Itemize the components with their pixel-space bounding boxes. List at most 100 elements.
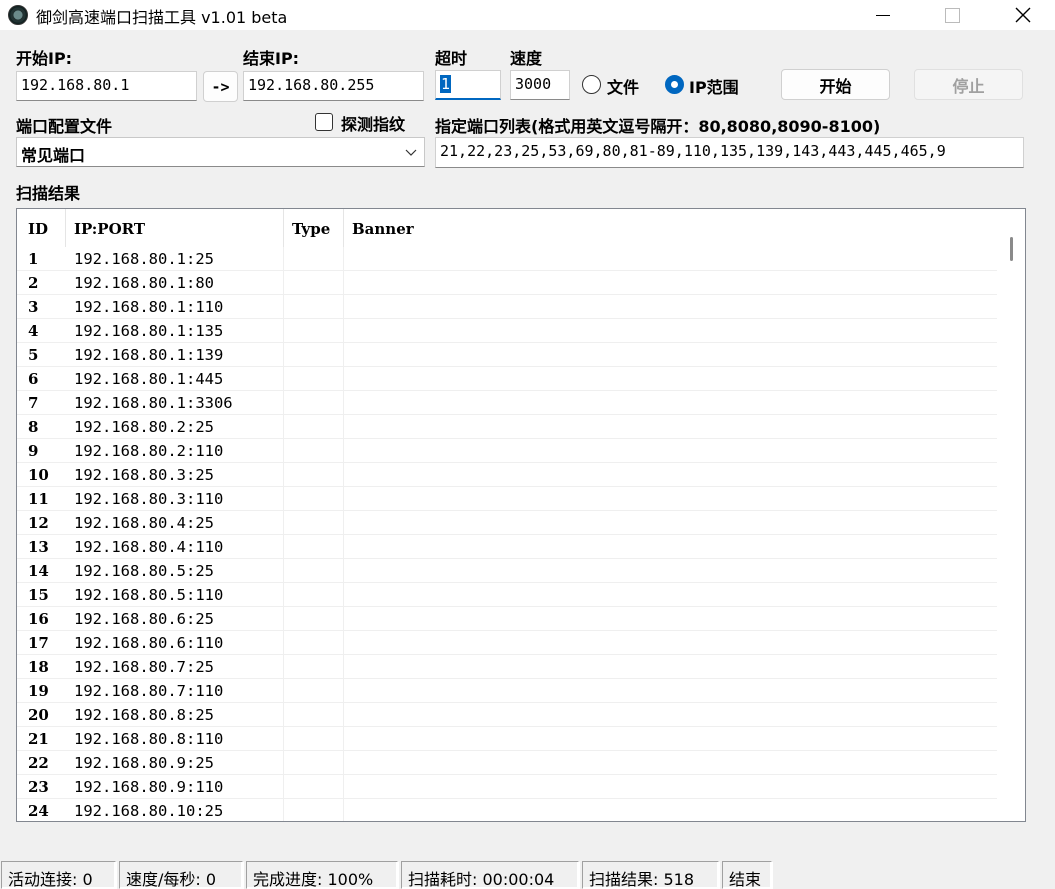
end-ip-label: 结束IP: [243, 49, 300, 68]
cell-ipport: 192.168.80.4:110 [74, 538, 224, 556]
minimize-button[interactable] [860, 0, 906, 30]
cell-ipport: 192.168.80.6:25 [74, 610, 214, 628]
cell-ipport: 192.168.80.4:25 [74, 514, 214, 532]
table-row[interactable]: 24 192.168.80.10:25 [17, 799, 998, 821]
app-icon [8, 5, 28, 25]
status-bar: 活动连接: 0 速度/每秒: 0 完成进度: 100% 扫描耗时: 00:00:… [0, 859, 1055, 889]
port-list-label: 指定端口列表(格式用英文逗号隔开：80,8080,8090-8100) [435, 117, 881, 136]
cell-ipport: 192.168.80.1:3306 [74, 394, 233, 412]
cell-id: 6 [28, 370, 39, 388]
close-button[interactable] [1000, 0, 1046, 30]
table-row[interactable]: 21 192.168.80.8:110 [17, 727, 998, 751]
table-row[interactable]: 17 192.168.80.6:110 [17, 631, 998, 655]
title-bar: 御剑高速端口扫描工具 v1.01 beta [0, 0, 1055, 30]
status-progress: 完成进度: 100% [246, 861, 398, 889]
cell-id: 23 [28, 778, 49, 796]
column-header-id[interactable]: ID [28, 220, 48, 238]
table-row[interactable]: 20 192.168.80.8:25 [17, 703, 998, 727]
radio-ip-range-label: IP范围 [689, 78, 739, 97]
table-row[interactable]: 12 192.168.80.4:25 [17, 511, 998, 535]
table-row[interactable]: 3 192.168.80.1:110 [17, 295, 998, 319]
cell-id: 5 [28, 346, 39, 364]
table-row[interactable]: 6 192.168.80.1:445 [17, 367, 998, 391]
table-row[interactable]: 5 192.168.80.1:139 [17, 343, 998, 367]
cell-ipport: 192.168.80.8:110 [74, 730, 224, 748]
table-row[interactable]: 23 192.168.80.9:110 [17, 775, 998, 799]
cell-id: 21 [28, 730, 49, 748]
cell-ipport: 192.168.80.3:25 [74, 466, 214, 484]
results-label: 扫描结果 [16, 184, 81, 203]
copy-ip-arrow-button[interactable]: -> [203, 71, 238, 102]
cell-ipport: 192.168.80.9:110 [74, 778, 224, 796]
timeout-label: 超时 [435, 49, 468, 68]
radio-ip-range[interactable] [665, 75, 684, 94]
cell-ipport: 192.168.80.2:25 [74, 418, 214, 436]
cell-id: 12 [28, 514, 49, 532]
table-row[interactable]: 22 192.168.80.9:25 [17, 751, 998, 775]
cell-id: 18 [28, 658, 49, 676]
vertical-scrollbar[interactable] [997, 209, 1025, 821]
cell-id: 4 [28, 322, 39, 340]
speed-input[interactable]: 3000 [510, 70, 570, 100]
probe-fingerprint-label: 探测指纹 [341, 115, 406, 134]
cell-id: 16 [28, 610, 49, 628]
close-icon [1015, 7, 1031, 23]
chevron-down-icon [405, 149, 417, 156]
table-row[interactable]: 1 192.168.80.1:25 [17, 247, 998, 271]
table-row[interactable]: 9 192.168.80.2:110 [17, 439, 998, 463]
cell-ipport: 192.168.80.1:80 [74, 274, 214, 292]
cell-ipport: 192.168.80.6:110 [74, 634, 224, 652]
port-config-label: 端口配置文件 [16, 117, 113, 136]
timeout-input[interactable]: 1 [435, 70, 501, 100]
port-list-input[interactable]: 21,22,23,25,53,69,80,81-89,110,135,139,1… [435, 137, 1024, 168]
results-table[interactable]: ID IP:PORT Type Banner 1 192.168.80.1:25 2… [16, 208, 1026, 822]
cell-id: 2 [28, 274, 39, 292]
table-row[interactable]: 11 192.168.80.3:110 [17, 487, 998, 511]
app-window: 御剑高速端口扫描工具 v1.01 beta 开始IP: 结束IP: 超时 速度 … [0, 0, 1055, 889]
start-button[interactable]: 开始 [781, 69, 890, 100]
cell-ipport: 192.168.80.3:110 [74, 490, 224, 508]
table-row[interactable]: 13 192.168.80.4:110 [17, 535, 998, 559]
timeout-value: 1 [440, 75, 452, 93]
cell-id: 24 [28, 802, 49, 820]
status-result-count: 扫描结果: 518 [582, 861, 719, 889]
cell-id: 1 [28, 250, 39, 268]
table-row[interactable]: 10 192.168.80.3:25 [17, 463, 998, 487]
table-row[interactable]: 16 192.168.80.6:25 [17, 607, 998, 631]
table-row[interactable]: 7 192.168.80.1:3306 [17, 391, 998, 415]
table-row[interactable]: 18 192.168.80.7:25 [17, 655, 998, 679]
end-ip-input[interactable]: 192.168.80.255 [243, 71, 424, 101]
status-speed: 速度/每秒: 0 [119, 861, 243, 889]
cell-ipport: 192.168.80.1:135 [74, 322, 224, 340]
port-config-selected: 常见端口 [21, 146, 86, 165]
probe-fingerprint-checkbox[interactable] [315, 113, 333, 131]
cell-id: 9 [28, 442, 39, 460]
table-row[interactable]: 2 192.168.80.1:80 [17, 271, 998, 295]
table-row[interactable]: 19 192.168.80.7:110 [17, 679, 998, 703]
table-row[interactable]: 4 192.168.80.1:135 [17, 319, 998, 343]
cell-id: 13 [28, 538, 49, 556]
column-header-banner[interactable]: Banner [352, 220, 414, 238]
cell-id: 15 [28, 586, 49, 604]
cell-ipport: 192.168.80.9:25 [74, 754, 214, 772]
column-header-ipport[interactable]: IP:PORT [74, 220, 145, 238]
cell-id: 8 [28, 418, 39, 436]
radio-file[interactable] [582, 75, 601, 94]
start-ip-input[interactable]: 192.168.80.1 [16, 71, 197, 101]
cell-ipport: 192.168.80.8:25 [74, 706, 214, 724]
table-header: ID IP:PORT Type Banner [17, 209, 998, 247]
cell-id: 7 [28, 394, 39, 412]
table-row[interactable]: 14 192.168.80.5:25 [17, 559, 998, 583]
table-row[interactable]: 8 192.168.80.2:25 [17, 415, 998, 439]
cell-ipport: 192.168.80.5:25 [74, 562, 214, 580]
port-config-select[interactable]: 常见端口 [16, 137, 425, 167]
scrollbar-thumb[interactable] [1010, 237, 1013, 261]
maximize-button[interactable] [929, 0, 975, 30]
cell-id: 10 [28, 466, 49, 484]
stop-button[interactable]: 停止 [914, 69, 1023, 100]
cell-id: 3 [28, 298, 39, 316]
cell-id: 17 [28, 634, 49, 652]
window-title: 御剑高速端口扫描工具 v1.01 beta [36, 8, 288, 27]
column-header-type[interactable]: Type [292, 220, 330, 238]
table-row[interactable]: 15 192.168.80.5:110 [17, 583, 998, 607]
